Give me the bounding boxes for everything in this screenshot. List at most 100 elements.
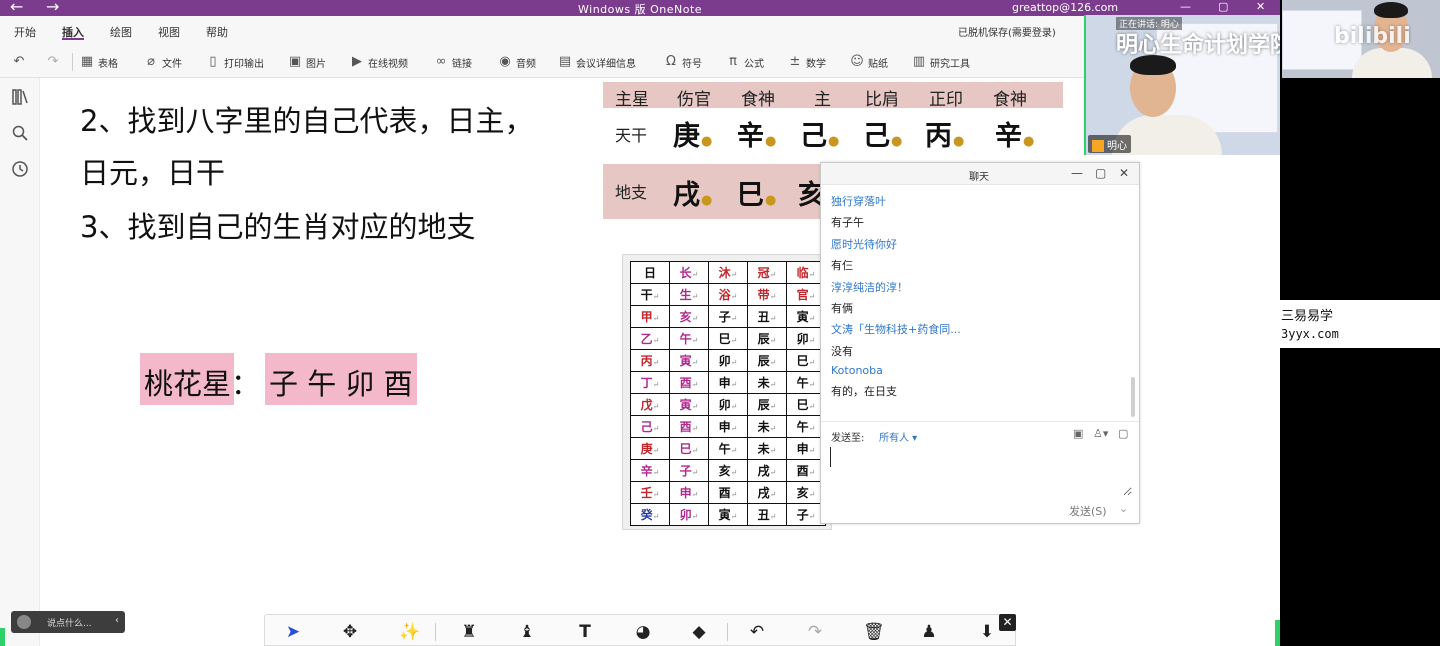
redo-icon[interactable]: ↷ bbox=[805, 622, 825, 642]
undo-icon[interactable]: ↶ bbox=[747, 622, 767, 642]
text-icon[interactable]: T bbox=[575, 622, 595, 642]
save-status[interactable]: 已脱机保存(需要登录) bbox=[958, 24, 1056, 39]
stage-table-cell: 午↵ bbox=[669, 327, 709, 350]
eraser-icon[interactable]: ◆ bbox=[689, 622, 709, 642]
insert-table-button[interactable]: ▦ 表格 bbox=[80, 53, 118, 71]
tiangan-stem: 丙● bbox=[925, 114, 964, 153]
stage-table-row: 戊↵ 寅↵ 卯↵ 辰↵ 巳↵ bbox=[630, 393, 826, 416]
chat-sender: 愿时光待你好 bbox=[831, 238, 897, 251]
ribbon-separator bbox=[72, 53, 73, 71]
stage-table-cell: 巳↵ bbox=[669, 437, 709, 460]
minimize-icon[interactable]: — bbox=[1180, 0, 1191, 13]
right-black-panel bbox=[1280, 78, 1440, 646]
notebooks-icon[interactable] bbox=[11, 88, 29, 106]
image-icon[interactable]: ▣ bbox=[1073, 427, 1083, 440]
tab-view[interactable]: 视图 bbox=[158, 24, 180, 40]
stage-char: 辰 bbox=[757, 332, 770, 346]
person-icon[interactable]: ♙▾ bbox=[1093, 427, 1108, 440]
insert-link-button[interactable]: ∞ 链接 bbox=[434, 53, 472, 71]
paragraph-mark-icon: ↵ bbox=[652, 468, 660, 477]
chevron-left-icon[interactable]: ‹ bbox=[115, 615, 119, 626]
user-settings-icon[interactable]: ♟ bbox=[919, 622, 939, 642]
image-icon: ▣ bbox=[288, 54, 302, 69]
paragraph-mark-icon: ↵ bbox=[691, 314, 699, 323]
pointer-icon[interactable]: ➤ bbox=[283, 622, 303, 642]
undo-icon[interactable]: ↶ bbox=[12, 53, 26, 71]
tiangan-stem: 辛● bbox=[995, 114, 1034, 153]
stage-char: 癸 bbox=[640, 508, 653, 522]
insert-image-button[interactable]: ▣ 图片 bbox=[288, 53, 326, 71]
back-arrow-icon[interactable]: ← bbox=[10, 0, 23, 16]
insert-file-button[interactable]: ⌀ 文件 bbox=[144, 53, 182, 71]
peach-blossom-branches[interactable]: 子 午 卯 酉 bbox=[265, 353, 417, 405]
trash-icon[interactable]: 🗑 bbox=[863, 622, 885, 642]
maximize-icon[interactable]: ▢ bbox=[1218, 0, 1228, 13]
chat-scrollbar[interactable] bbox=[1131, 377, 1135, 417]
marker-icon[interactable]: ♝ bbox=[517, 622, 537, 642]
stage-char: 乙 bbox=[640, 332, 653, 346]
ribbon-label: 会议详细信息 bbox=[576, 58, 636, 70]
peach-blossom-label[interactable]: 桃花星： bbox=[140, 353, 260, 405]
stage-char: 戊 bbox=[640, 398, 653, 412]
redo-icon[interactable]: ↷ bbox=[46, 53, 60, 71]
chevron-down-icon[interactable]: ⌄ bbox=[1119, 502, 1128, 515]
chat-sender: 文涛「生物科技+药食同... bbox=[831, 323, 961, 336]
magic-wand-icon[interactable]: ✨ bbox=[399, 622, 420, 642]
screenshot-icon[interactable]: ▢ bbox=[1118, 427, 1128, 440]
forward-arrow-icon[interactable]: → bbox=[46, 0, 59, 16]
stage-char: 午 bbox=[796, 376, 809, 390]
tab-help[interactable]: 帮助 bbox=[206, 24, 228, 40]
research-button[interactable]: ▥ 研究工具 bbox=[912, 53, 970, 71]
send-to-select[interactable]: 所有人 ▾ bbox=[879, 429, 917, 444]
host-hair bbox=[1374, 2, 1408, 18]
send-button[interactable]: 发送(S) bbox=[1069, 503, 1107, 519]
paragraph-mark-icon: ↵ bbox=[769, 446, 777, 455]
insert-audio-button[interactable]: ◉ 音频 bbox=[498, 53, 536, 71]
paragraph-mark-icon: ↵ bbox=[730, 336, 738, 345]
note-line-3[interactable]: 3、找到自己的生肖对应的地支 bbox=[80, 204, 475, 246]
bazi-header: 食神 bbox=[741, 90, 775, 110]
stage-char: 带 bbox=[757, 288, 770, 302]
danmaku-input[interactable]: 说点什么... ‹ bbox=[11, 611, 125, 633]
chat-title-bar[interactable]: 聊天 — ▢ ✕ bbox=[821, 163, 1139, 185]
minimize-icon[interactable]: — bbox=[1071, 166, 1083, 180]
close-icon[interactable]: ✕ bbox=[1256, 0, 1265, 13]
move-icon[interactable]: ✥ bbox=[340, 622, 360, 642]
close-icon[interactable]: ✕ bbox=[1119, 166, 1129, 180]
math-button[interactable]: ± 数学 bbox=[788, 53, 826, 71]
stage-table-cell: 甲↵ bbox=[630, 305, 670, 328]
shapes-icon[interactable]: ◕ bbox=[633, 622, 653, 642]
bilibili-webcam[interactable]: bilibili bbox=[1282, 0, 1440, 78]
stage-table-cell: 辛↵ bbox=[630, 459, 670, 482]
chat-window[interactable]: 聊天 — ▢ ✕ 独行穿落叶 有子午 愿时光待你好 有仨 淳淳纯洁的淳！ 有俩 … bbox=[820, 162, 1140, 524]
chat-input[interactable] bbox=[830, 446, 1132, 496]
twelve-stage-table-image[interactable]: 日长↵ 沐↵ 冠↵ 临↵ 干↵ 生↵ 浴↵ 带↵ 官↵ 甲↵ 亥↵ 子↵ 丑↵ 寅↵ 乙↵ 午↵ 巳↵ 辰↵ 卯↵ 丙… bbox=[622, 254, 832, 530]
title-bar: ← → Windows 版 OneNote greattop@126.com —… bbox=[0, 0, 1280, 16]
user-email[interactable]: greattop@126.com bbox=[1012, 1, 1118, 14]
stem-char: 辛 bbox=[737, 121, 764, 152]
maximize-icon[interactable]: ▢ bbox=[1095, 166, 1106, 180]
insert-symbol-button[interactable]: Ω 符号 bbox=[664, 53, 702, 71]
search-icon[interactable] bbox=[11, 124, 29, 142]
sticker-button[interactable]: ☺ 贴纸 bbox=[850, 53, 888, 71]
insert-printout-button[interactable]: ▯ 打印输出 bbox=[206, 53, 264, 71]
meeting-details-button[interactable]: ▤ 会议详细信息 bbox=[558, 53, 636, 71]
tab-draw[interactable]: 绘图 bbox=[110, 24, 132, 40]
stage-table-cell: 巳↵ bbox=[708, 327, 748, 350]
recent-clock-icon[interactable] bbox=[11, 160, 29, 178]
tab-home[interactable]: 开始 bbox=[14, 24, 36, 40]
download-icon[interactable]: ⬇ bbox=[977, 622, 997, 642]
note-line-1[interactable]: 2、找到八字里的自己代表，日主， bbox=[80, 98, 533, 140]
stem-char: 辛 bbox=[995, 121, 1022, 152]
insert-equation-button[interactable]: π 公式 bbox=[726, 53, 764, 71]
pen-icon[interactable]: ♜ bbox=[459, 622, 479, 642]
insert-video-button[interactable]: ▶ 在线视频 bbox=[350, 53, 408, 71]
stage-char: 卯 bbox=[796, 332, 809, 346]
paragraph-mark-icon: ↵ bbox=[730, 402, 738, 411]
note-line-2[interactable]: 日元，日干 bbox=[80, 150, 225, 192]
toolbar-close-icon[interactable]: ✕ bbox=[999, 614, 1016, 631]
paragraph-mark-icon: ↵ bbox=[730, 292, 738, 301]
paragraph-mark-icon: ↵ bbox=[769, 424, 777, 433]
emoji-icon[interactable] bbox=[17, 615, 31, 629]
host-webcam[interactable]: 正在讲话: 明心 明心生命计划学院 明心 bbox=[1086, 15, 1280, 155]
